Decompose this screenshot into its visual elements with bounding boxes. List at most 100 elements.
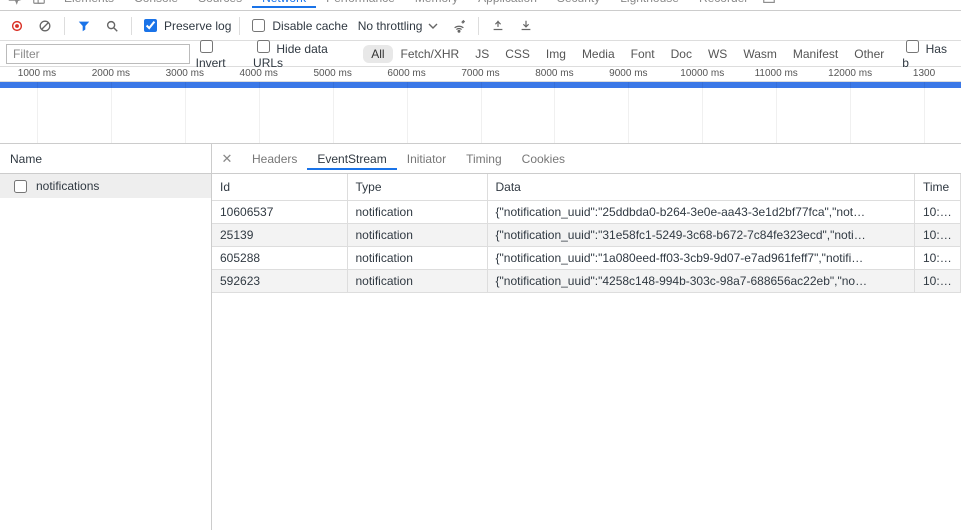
separator <box>64 17 65 35</box>
cell-data: {"notification_uuid":"31e58fc1-5249-3c68… <box>487 223 915 246</box>
panel-tab-application[interactable]: Application <box>468 0 547 7</box>
eventstream-table: Id Type Data Time 10606537notification{"… <box>212 174 961 293</box>
timeline-tick: 8000 ms <box>535 68 573 79</box>
panel-tab-security[interactable]: Security <box>547 0 610 7</box>
cell-type: notification <box>347 223 487 246</box>
panel-tab-elements[interactable]: Elements <box>54 0 124 7</box>
col-data-header[interactable]: Data <box>487 174 915 200</box>
type-filter-fetch-xhr[interactable]: Fetch/XHR <box>393 45 468 63</box>
table-row[interactable]: 605288notification{"notification_uuid":"… <box>212 246 961 269</box>
type-filter-img[interactable]: Img <box>538 45 574 63</box>
type-filter-js[interactable]: JS <box>467 45 497 63</box>
col-id-header[interactable]: Id <box>212 174 347 200</box>
search-icon[interactable] <box>101 15 123 37</box>
panel-tab-memory[interactable]: Memory <box>405 0 468 7</box>
has-blocked-checkbox[interactable]: Has b <box>902 37 955 70</box>
panel-tab-sources[interactable]: Sources <box>188 0 252 7</box>
timeline-tick: 6000 ms <box>387 68 425 79</box>
type-filter-wasm[interactable]: Wasm <box>735 45 785 63</box>
clear-icon[interactable] <box>34 15 56 37</box>
grid-line <box>481 82 482 143</box>
filter-placeholder: Filter <box>13 47 40 61</box>
type-filter-manifest[interactable]: Manifest <box>785 45 846 63</box>
network-toolbar: Preserve log Disable cache No throttling <box>0 11 961 41</box>
timeline-tick: 2000 ms <box>92 68 130 79</box>
waterfall-overview[interactable] <box>0 82 961 144</box>
request-detail-pane: ✕ HeadersEventStreamInitiatorTimingCooki… <box>212 144 961 530</box>
preserve-log-checkbox[interactable]: Preserve log <box>140 16 231 35</box>
detail-tabs: ✕ HeadersEventStreamInitiatorTimingCooki… <box>212 144 961 174</box>
network-conditions-icon[interactable] <box>448 15 470 37</box>
filter-input[interactable]: Filter <box>6 44 190 64</box>
disable-cache-label: Disable cache <box>272 19 347 33</box>
cell-type: notification <box>347 269 487 292</box>
grid-line <box>185 82 186 143</box>
timeline-tick: 3000 ms <box>166 68 204 79</box>
detail-tab-headers[interactable]: Headers <box>242 148 307 170</box>
panel-tab-console[interactable]: Console <box>124 0 188 7</box>
col-type-header[interactable]: Type <box>347 174 487 200</box>
cell-time: 10:54:3 <box>915 246 961 269</box>
type-filter-media[interactable]: Media <box>574 45 623 63</box>
separator <box>131 17 132 35</box>
detail-tab-cookies[interactable]: Cookies <box>512 148 575 170</box>
grid-line <box>259 82 260 143</box>
filter-icon[interactable] <box>73 15 95 37</box>
type-filter-css[interactable]: CSS <box>497 45 538 63</box>
cell-time: 10:54:3 <box>915 269 961 292</box>
throttling-value: No throttling <box>358 19 423 33</box>
export-icon[interactable] <box>515 15 537 37</box>
recorder-new-icon[interactable] <box>758 0 780 9</box>
type-filter-font[interactable]: Font <box>623 45 663 63</box>
grid-line <box>924 82 925 143</box>
table-row[interactable]: 25139notification{"notification_uuid":"3… <box>212 223 961 246</box>
detail-tab-timing[interactable]: Timing <box>456 148 512 170</box>
cell-data: {"notification_uuid":"4258c148-994b-303c… <box>487 269 915 292</box>
type-filter-ws[interactable]: WS <box>700 45 735 63</box>
preserve-log-label: Preserve log <box>164 19 231 33</box>
cell-id: 592623 <box>212 269 347 292</box>
cell-data: {"notification_uuid":"25ddbda0-b264-3e0e… <box>487 200 915 223</box>
hide-data-urls-checkbox[interactable]: Hide data URLs <box>253 37 357 70</box>
cell-id: 605288 <box>212 246 347 269</box>
network-main: Name notifications ✕ HeadersEventStreamI… <box>0 144 961 530</box>
cell-id: 25139 <box>212 223 347 246</box>
inspect-icon[interactable] <box>4 0 26 9</box>
close-icon[interactable]: ✕ <box>216 151 238 167</box>
disable-cache-checkbox[interactable]: Disable cache <box>248 16 347 35</box>
panel-tab-lighthouse[interactable]: Lighthouse <box>610 0 689 7</box>
grid-line <box>407 82 408 143</box>
request-row-notifications[interactable]: notifications <box>0 174 211 198</box>
table-row[interactable]: 10606537notification{"notification_uuid"… <box>212 200 961 223</box>
panel-tab-performance[interactable]: Performance <box>316 0 405 7</box>
device-toolbar-icon[interactable] <box>28 0 50 9</box>
timeline-tick: 1300 <box>913 68 935 79</box>
record-icon[interactable] <box>6 15 28 37</box>
chevron-down-icon <box>428 21 438 31</box>
detail-tab-eventstream[interactable]: EventStream <box>307 148 396 170</box>
throttling-select[interactable]: No throttling <box>354 17 443 35</box>
timeline-tick: 10000 ms <box>680 68 724 79</box>
request-name: notifications <box>36 179 99 193</box>
grid-line <box>554 82 555 143</box>
invert-checkbox[interactable]: Invert <box>196 37 247 70</box>
grid-line <box>111 82 112 143</box>
grid-line <box>850 82 851 143</box>
timeline-tick: 1000 ms <box>18 68 56 79</box>
name-column-header[interactable]: Name <box>0 144 211 174</box>
col-time-header[interactable]: Time <box>915 174 961 200</box>
type-filter-all[interactable]: All <box>363 45 392 63</box>
table-row[interactable]: 592623notification{"notification_uuid":"… <box>212 269 961 292</box>
panel-tab-network[interactable]: Network <box>252 0 316 8</box>
devtools-panel-tabs: ElementsConsoleSourcesNetworkPerformance… <box>0 0 961 11</box>
panel-tab-recorder[interactable]: Recorder <box>689 0 758 7</box>
import-icon[interactable] <box>487 15 509 37</box>
timeline-ruler[interactable]: 1000 ms2000 ms3000 ms4000 ms5000 ms6000 … <box>0 67 961 82</box>
separator <box>239 17 240 35</box>
detail-tab-initiator[interactable]: Initiator <box>397 148 456 170</box>
type-filter-other[interactable]: Other <box>846 45 892 63</box>
type-filter-doc[interactable]: Doc <box>663 45 700 63</box>
timeline-tick: 12000 ms <box>828 68 872 79</box>
request-checkbox[interactable] <box>14 180 27 193</box>
cell-type: notification <box>347 246 487 269</box>
